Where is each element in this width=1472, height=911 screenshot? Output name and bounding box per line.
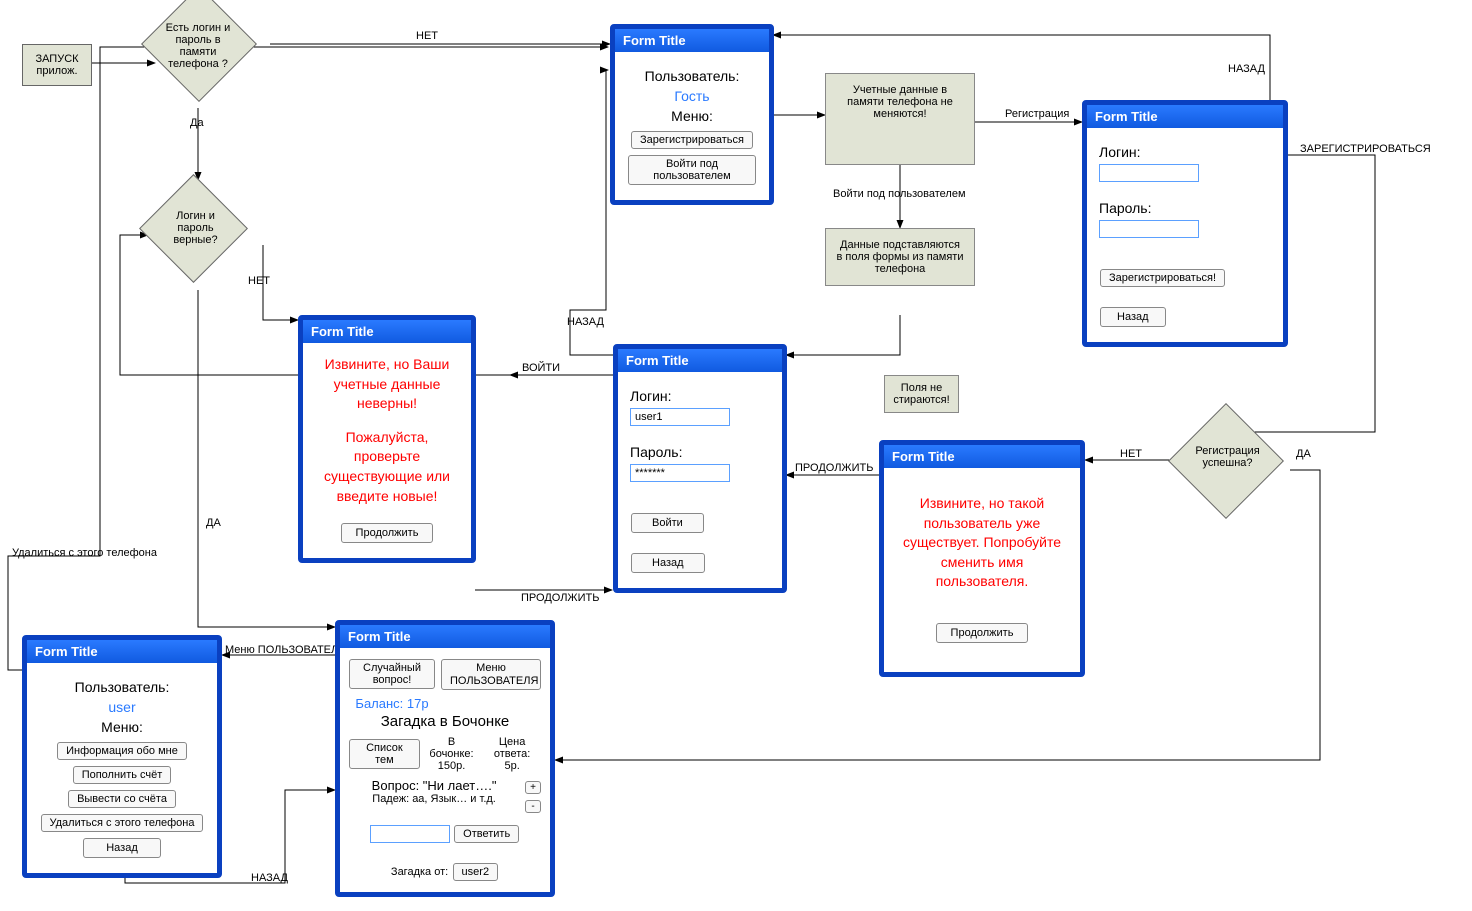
register-btn-back[interactable]: Назад	[1100, 307, 1166, 327]
game-btn-plus[interactable]: +	[525, 781, 541, 794]
label-da1: Да	[190, 117, 204, 129]
form-game: Form Title Случайный вопрос! Баланс: 17р…	[335, 620, 555, 897]
game-btn-answer[interactable]: Ответить	[454, 825, 519, 843]
form-user-exists-title: Form Title	[884, 445, 1080, 468]
game-barrel-value: 150р.	[438, 760, 466, 772]
label-net1: НЕТ	[416, 30, 438, 42]
label-delete-phone: Удалиться с этого телефона	[12, 547, 157, 559]
note-prefill: Данные подставляются в поля формы из пам…	[825, 228, 975, 286]
register-login-label: Логин:	[1099, 144, 1271, 160]
label-login-under: Войти под пользователем	[833, 188, 966, 200]
guest-user-name: Гость	[627, 88, 757, 104]
register-pass-label: Пароль:	[1099, 200, 1271, 216]
fields-note-text: Поля не стираются!	[893, 382, 949, 406]
user-exists-btn-continue[interactable]: Продолжить	[936, 623, 1029, 643]
guest-btn-login[interactable]: Войти под пользователем	[628, 155, 756, 185]
game-from-user[interactable]: user2	[453, 863, 499, 881]
user-menu-user-label: Пользователь:	[39, 679, 205, 695]
user-menu-user-name: user	[39, 699, 205, 715]
form-user-menu-title: Form Title	[27, 640, 217, 663]
guest-menu-label: Меню:	[627, 108, 757, 124]
user-menu-menu-label: Меню:	[39, 719, 205, 735]
form-invalid-title: Form Title	[303, 320, 471, 343]
register-pass-input[interactable]	[1099, 220, 1199, 238]
game-answer-input[interactable]	[370, 825, 450, 843]
note-memory-unchanged: Учетные данные в памяти телефона не меня…	[825, 73, 975, 165]
start-text: ЗАПУСК прилож.	[35, 53, 78, 77]
start-box: ЗАПУСК прилож.	[22, 44, 92, 86]
game-price-label: Цена ответа:	[494, 736, 530, 760]
label-back3: НАЗАД	[251, 872, 288, 884]
label-back2: НАЗАД	[567, 316, 604, 328]
label-da3: ДА	[1296, 448, 1311, 460]
game-riddle-title: Загадка в Бочонке	[348, 713, 542, 730]
game-btn-topics[interactable]: Список тем	[349, 739, 420, 769]
user-exists-msg: Извините, но такой пользователь уже суще…	[896, 494, 1068, 592]
form-user-menu: Form Title Пользователь: user Меню: Инфо…	[22, 635, 222, 878]
user-menu-btn-delete[interactable]: Удалиться с этого телефона	[41, 814, 204, 832]
user-menu-btn-back[interactable]: Назад	[83, 838, 161, 858]
game-from-label: Загадка от:	[391, 866, 448, 878]
label-reg-action: ЗАРЕГИСТРИРОВАТЬСЯ	[1300, 143, 1431, 155]
label-register: Регистрация	[1005, 108, 1069, 120]
form-register-title: Form Title	[1087, 105, 1283, 128]
login-login-label: Логин:	[630, 388, 770, 404]
guest-btn-register[interactable]: Зарегистрироваться	[631, 131, 753, 149]
login-pass-input[interactable]	[630, 464, 730, 482]
game-btn-random[interactable]: Случайный вопрос!	[349, 659, 435, 689]
form-user-exists: Form Title Извините, но такой пользовате…	[879, 440, 1085, 677]
game-hint: Падеж: аа, Язык… и т.д.	[348, 793, 520, 805]
label-user-menu: Меню ПОЛЬЗОВАТЕЛЯ	[225, 644, 346, 656]
login-login-input[interactable]	[630, 408, 730, 426]
user-menu-btn-info[interactable]: Информация обо мне	[57, 742, 187, 760]
game-barrel-label: В бочонке:	[429, 736, 473, 760]
invalid-msg2: Пожалуйста, проверьте существующие или в…	[315, 428, 459, 506]
label-enter: ВОЙТИ	[522, 362, 560, 374]
game-question: Вопрос: "Ни лает…."	[348, 778, 520, 793]
login-pass-label: Пароль:	[630, 444, 770, 460]
form-guest: Form Title Пользователь: Гость Меню: Зар…	[610, 24, 774, 205]
label-net3: НЕТ	[1120, 448, 1142, 460]
label-back1: НАЗАД	[1228, 63, 1265, 75]
label-continue: ПРОДОЛЖИТЬ	[521, 592, 599, 604]
game-price-value: 5р.	[504, 760, 519, 772]
decision-memory	[141, 0, 257, 102]
decision-valid	[139, 174, 248, 283]
form-register: Form Title Логин: Пароль: Зарегистрирова…	[1082, 100, 1288, 347]
register-btn-submit[interactable]: Зарегистрироваться!	[1100, 269, 1225, 287]
label-net2: НЕТ	[248, 275, 270, 287]
form-invalid: Form Title Извините, но Ваши учетные дан…	[298, 315, 476, 563]
game-balance: Баланс: 17р	[348, 696, 436, 711]
form-game-title: Form Title	[340, 625, 550, 648]
login-btn-back[interactable]: Назад	[631, 553, 705, 573]
form-login-title: Form Title	[618, 349, 782, 372]
note2-text: Данные подставляются в поля формы из пам…	[837, 239, 964, 275]
invalid-msg1: Извините, но Ваши учетные данные неверны…	[315, 355, 459, 414]
game-btn-minus[interactable]: -	[525, 800, 540, 813]
form-login: Form Title Логин: Пароль: Войти Назад	[613, 344, 787, 593]
user-menu-btn-withdraw[interactable]: Вывести со счёта	[68, 790, 176, 808]
label-continue2: ПРОДОЛЖИТЬ	[795, 462, 873, 474]
invalid-btn-continue[interactable]: Продолжить	[341, 523, 434, 543]
user-menu-btn-deposit[interactable]: Пополнить счёт	[73, 766, 172, 784]
login-btn-submit[interactable]: Войти	[631, 513, 704, 533]
note1-text: Учетные данные в памяти телефона не меня…	[847, 84, 953, 120]
guest-user-label: Пользователь:	[627, 68, 757, 84]
note-fields-not-erased: Поля не стираются!	[884, 375, 959, 413]
game-btn-menu[interactable]: Меню ПОЛЬЗОВАТЕЛЯ	[441, 659, 541, 690]
label-da2: ДА	[206, 517, 221, 529]
decision-reg-success	[1168, 403, 1284, 519]
register-login-input[interactable]	[1099, 164, 1199, 182]
form-guest-title: Form Title	[615, 29, 769, 52]
